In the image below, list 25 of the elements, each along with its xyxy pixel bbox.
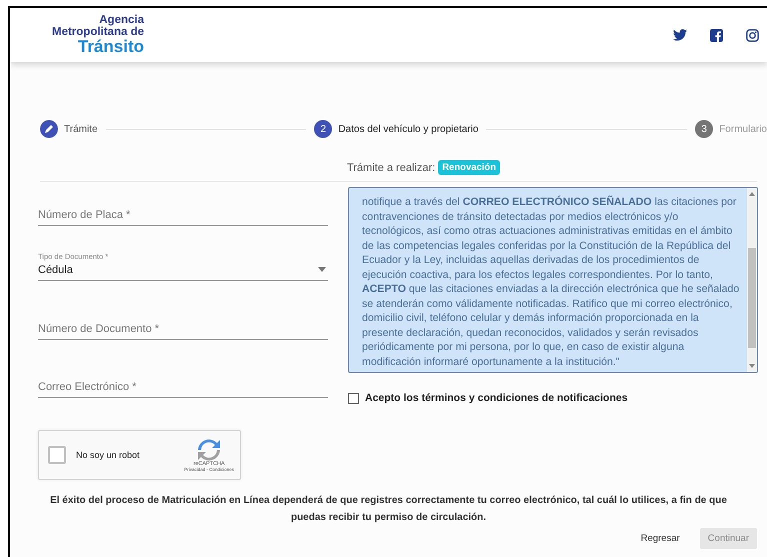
terms-text: notifique a través del CORREO ELECTRÓNICO SEÑALADO las citaciones por contravenciones de tránsito detectadas por medios electrónicos y/o tecnológicos, así como otras actuaciones administrativas emitidas en el ámbito de las competencias legales conferidas por la Constitución de la República del Ecuador y la Ley, incluidas aquellas derivadas de los procedimientos de ejecución coactiva, para los efectos legales correspondientes. Por lo tanto, ACEPTO que las citaciones enviadas a la dirección electrónica que he señalado se atenderán como válidamente notificadas. Ratifico que mi correo electrónico, domicilio civil, teléfono celular y demás información proporcionada en la presente declaración, quedan reconocidos, validados y serán revisados periódicamente por mi persona, por lo que, en caso de existir alguna modificación informaré oportunamente a la institución.": [361, 195, 740, 370]
accept-label: Acepto los términos y condiciones de notificaciones: [365, 392, 628, 404]
text-field[interactable]: Número de Documento *: [38, 323, 328, 340]
step-label[interactable]: Trámite: [64, 124, 98, 134]
logo[interactable]: Agencia Metropolitana de Tránsito: [22, 15, 144, 55]
procedure-badge: Renovación: [438, 160, 500, 175]
step-number: 3: [695, 120, 714, 138]
text-field[interactable]: Correo Electrónico *: [38, 381, 328, 398]
step-number: 2: [314, 120, 332, 138]
info-note: El éxito del proceso de Matriculación en Línea dependerá de que registres correctamente tu correo electrónico, tal cuál lo utilices, a fin de que puedas recibir tu permiso de circulación.: [49, 494, 728, 525]
scrollbar[interactable]: [747, 188, 757, 372]
accept-checkbox[interactable]: [348, 392, 359, 404]
step-label[interactable]: Datos del vehículo y propietario: [338, 124, 478, 134]
scroll-down-icon[interactable]: [749, 364, 755, 368]
captcha-label: No soy un robot: [76, 450, 141, 460]
captcha-checkbox[interactable]: [48, 446, 66, 464]
text-field[interactable]: Número de Placa *: [38, 209, 328, 226]
instagram-icon[interactable]: [746, 28, 759, 42]
procedure-label: Trámite a realizar:: [346, 162, 436, 174]
action-button[interactable]: Regresar: [632, 528, 688, 549]
facebook-icon[interactable]: [710, 28, 723, 42]
recaptcha-icon: [197, 438, 222, 460]
scroll-up-icon[interactable]: [749, 192, 755, 196]
caret-icon: [318, 267, 326, 272]
twitter-icon[interactable]: [673, 29, 687, 41]
